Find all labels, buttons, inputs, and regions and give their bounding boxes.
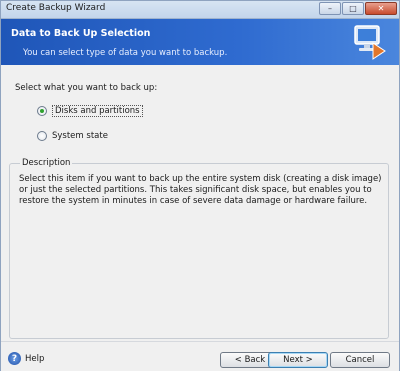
radio-system-state[interactable] [37,131,47,141]
window-controls: – □ ✕ [319,2,397,15]
description-text: Select this item if you want to back up … [19,174,382,206]
window-title: Create Backup Wizard [6,3,106,13]
option-label[interactable]: Disks and partitions [52,105,143,117]
wizard-window: Create Backup Wizard – □ ✕ Data to Back … [0,0,400,371]
description-legend: Description [20,158,73,168]
title-bar[interactable]: Create Backup Wizard – □ ✕ [1,1,399,19]
minimize-button[interactable]: – [319,2,341,15]
close-button[interactable]: ✕ [365,2,397,15]
maximize-button[interactable]: □ [342,2,364,15]
help-label[interactable]: Help [25,354,44,364]
option-disks-and-partitions[interactable]: Disks and partitions [37,105,143,117]
header-banner: Data to Back Up Selection You can select… [1,19,399,65]
description-group: Description Select this item if you want… [9,158,389,339]
content-area: Select what you want to back up: Disks a… [1,65,399,341]
help-link[interactable]: ? Help [8,352,44,365]
page-title: Data to Back Up Selection [11,28,151,39]
option-system-state[interactable]: System state [37,131,108,141]
footer-bar: ? Help < Back Next > Cancel [1,342,399,371]
cancel-button[interactable]: Cancel [330,352,390,368]
help-icon[interactable]: ? [8,352,21,365]
page-subtitle: You can select type of data you want to … [23,48,228,58]
selection-prompt: Select what you want to back up: [15,83,158,93]
option-label[interactable]: System state [52,131,108,141]
backup-computer-icon [354,25,386,60]
radio-disks-and-partitions[interactable] [37,106,47,116]
next-button[interactable]: Next > [268,352,328,368]
